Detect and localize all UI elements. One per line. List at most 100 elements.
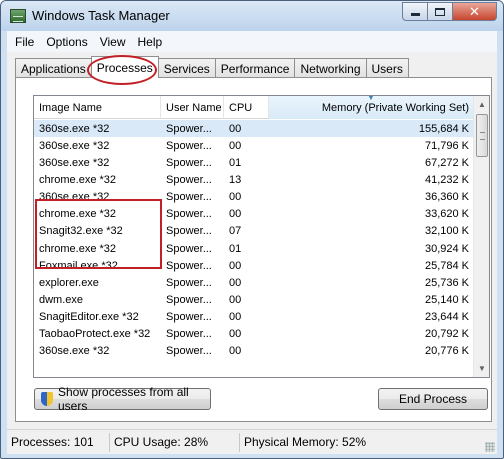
process-list-header: Image Name User Name CPU ▼ Memory (Priva… [34, 96, 474, 119]
sort-descending-icon: ▼ [367, 96, 375, 102]
process-cpu: 00 [229, 191, 242, 204]
process-image-name: explorer.exe [39, 276, 99, 289]
process-user-name: Spower... [166, 328, 212, 341]
process-cpu: 13 [229, 173, 242, 186]
tab-strip: Applications Processes Services Performa… [15, 55, 409, 85]
process-cpu: 00 [229, 328, 242, 341]
tab-performance[interactable]: Performance [214, 58, 296, 78]
table-row[interactable]: chrome.exe *32 Spower... 01 30,924 K [34, 240, 474, 257]
task-manager-window: Windows Task Manager ✕ File Options View… [0, 0, 504, 459]
menu-bar: File Options View Help [7, 31, 497, 52]
process-memory: 33,620 K [424, 208, 469, 221]
process-image-name: 360se.exe *32 [39, 139, 110, 152]
task-manager-icon [10, 9, 26, 23]
table-row[interactable]: Snagit32.exe *32 Spower... 07 32,100 K [34, 223, 474, 240]
process-image-name: Foxmail.exe *32 [39, 259, 118, 272]
status-physical-memory: Physical Memory: 52% [244, 435, 367, 449]
uac-shield-icon [41, 392, 53, 406]
process-image-name: SnagitEditor.exe *32 [39, 311, 139, 324]
close-button[interactable]: ✕ [453, 2, 497, 21]
process-memory: 20,776 K [424, 345, 469, 358]
table-row[interactable]: dwm.exe Spower... 00 25,140 K [34, 291, 474, 308]
process-user-name: Spower... [166, 242, 212, 255]
process-memory: 67,272 K [424, 156, 469, 169]
process-image-name: TaobaoProtect.exe *32 [39, 328, 151, 341]
minimize-button[interactable] [402, 2, 428, 21]
client-area: Applications Processes Services Performa… [7, 52, 497, 429]
process-user-name: Spower... [166, 276, 212, 289]
show-all-processes-button[interactable]: Show processes from all users [34, 385, 211, 413]
process-cpu: 01 [229, 242, 242, 255]
scroll-thumb[interactable] [476, 114, 488, 157]
process-cpu: 00 [229, 259, 242, 272]
column-user-name[interactable]: User Name [161, 96, 224, 119]
status-cpu-usage: CPU Usage: 28% [110, 432, 240, 452]
process-image-name: 360se.exe *32 [39, 156, 110, 169]
process-user-name: Spower... [166, 156, 212, 169]
process-user-name: Spower... [166, 173, 212, 186]
vertical-scrollbar[interactable]: ▲ ▼ [473, 96, 489, 377]
process-user-name: Spower... [166, 259, 212, 272]
processes-page: Image Name User Name CPU ▼ Memory (Priva… [15, 77, 492, 422]
resize-grip-icon[interactable] [485, 442, 495, 452]
table-row[interactable]: 360se.exe *32 Spower... 00 71,796 K [34, 137, 474, 154]
close-icon: ✕ [469, 3, 480, 19]
table-row[interactable]: explorer.exe Spower... 00 25,736 K [34, 274, 474, 291]
process-memory: 25,140 K [424, 293, 469, 306]
column-image-name[interactable]: Image Name [34, 96, 161, 119]
table-row[interactable] [34, 360, 474, 377]
tab-processes[interactable]: Processes [90, 56, 159, 78]
table-row[interactable]: SnagitEditor.exe *32 Spower... 00 23,644 K [34, 309, 474, 326]
process-memory: 71,796 K [424, 139, 469, 152]
process-image-name: 360se.exe *32 [39, 122, 110, 135]
title-bar[interactable]: Windows Task Manager ✕ [1, 1, 503, 31]
process-user-name: Spower... [166, 293, 212, 306]
minimize-icon [410, 13, 420, 16]
scroll-down-icon[interactable]: ▼ [474, 360, 489, 377]
process-memory: 36,360 K [424, 191, 469, 204]
process-user-name: Spower... [166, 208, 212, 221]
process-memory: 155,684 K [418, 122, 469, 135]
menu-help[interactable]: Help [132, 35, 169, 49]
menu-file[interactable]: File [9, 35, 40, 49]
column-cpu[interactable]: CPU [224, 96, 269, 119]
caption-buttons: ✕ [402, 2, 497, 21]
column-memory[interactable]: ▼ Memory (Private Working Set) [269, 96, 474, 119]
menu-view[interactable]: View [94, 35, 132, 49]
table-row[interactable]: 360se.exe *32 Spower... 00 155,684 K [34, 120, 474, 138]
tab-users[interactable]: Users [365, 58, 409, 78]
process-user-name: Spower... [166, 311, 212, 324]
process-list[interactable]: Image Name User Name CPU ▼ Memory (Priva… [33, 95, 490, 378]
process-memory: 20,792 K [424, 328, 469, 341]
process-image-name: Snagit32.exe *32 [39, 225, 123, 238]
process-cpu: 01 [229, 156, 242, 169]
table-row[interactable]: chrome.exe *32 Spower... 13 41,232 K [34, 171, 474, 188]
table-row[interactable]: TaobaoProtect.exe *32 Spower... 00 20,792 K [34, 326, 474, 343]
table-row[interactable]: 360se.exe *32 Spower... 00 36,360 K [34, 189, 474, 206]
maximize-button[interactable] [428, 2, 453, 21]
process-user-name: Spower... [166, 345, 212, 358]
process-cpu: 07 [229, 225, 242, 238]
process-user-name: Spower... [166, 122, 212, 135]
process-memory: 25,736 K [424, 276, 469, 289]
process-memory: 25,784 K [424, 259, 469, 272]
table-row[interactable]: chrome.exe *32 Spower... 00 33,620 K [34, 206, 474, 223]
table-row[interactable]: Foxmail.exe *32 Spower... 00 25,784 K [34, 257, 474, 274]
process-rows: 360se.exe *32 Spower... 00 155,684 K 360se.e… [34, 120, 474, 377]
table-row[interactable]: 360se.exe *32 Spower... 00 20,776 K [34, 343, 474, 360]
process-image-name: 360se.exe *32 [39, 345, 110, 358]
table-row[interactable]: 360se.exe *32 Spower... 01 67,272 K [34, 154, 474, 171]
end-process-button[interactable]: End Process [378, 388, 488, 410]
process-cpu: 00 [229, 345, 242, 358]
tab-applications[interactable]: Applications [15, 58, 92, 78]
scroll-up-icon[interactable]: ▲ [474, 96, 489, 113]
tab-networking[interactable]: Networking [294, 58, 367, 78]
process-user-name: Spower... [166, 139, 212, 152]
column-memory-label: Memory (Private Working Set) [321, 101, 469, 114]
process-image-name: 360se.exe *32 [39, 191, 110, 204]
status-processes: Processes: 101 [7, 432, 110, 452]
process-memory: 30,924 K [424, 242, 469, 255]
menu-options[interactable]: Options [40, 35, 93, 49]
tab-services[interactable]: Services [157, 58, 216, 78]
process-memory: 41,232 K [424, 173, 469, 186]
